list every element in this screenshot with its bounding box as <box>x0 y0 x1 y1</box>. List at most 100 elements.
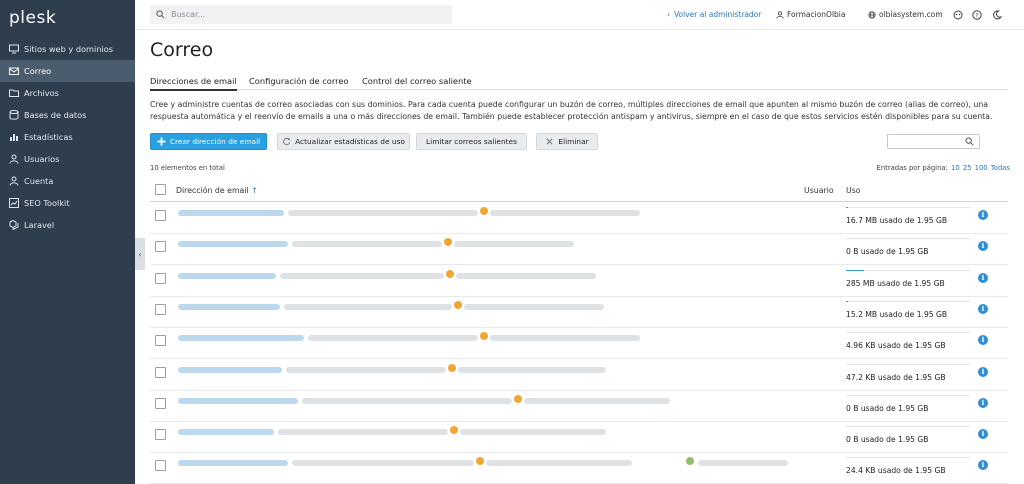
sidebar-item-label: Correo <box>24 66 52 76</box>
info-icon[interactable]: i <box>978 397 988 408</box>
select-all-checkbox[interactable] <box>155 184 166 195</box>
row-checkbox[interactable] <box>155 460 166 472</box>
info-icon[interactable]: i <box>978 241 988 252</box>
forwarding-text <box>456 272 596 279</box>
forwarding-text <box>460 429 606 436</box>
row-checkbox[interactable] <box>155 272 166 284</box>
usage-progress-bar <box>846 426 970 428</box>
email-aliases-text <box>284 303 452 310</box>
usage-text: 4.96 KB usado de 1.95 GB <box>846 341 946 351</box>
plesk-logo[interactable]: plesk <box>9 8 56 28</box>
email-address-link[interactable] <box>178 397 298 404</box>
row-checkbox[interactable] <box>155 303 166 315</box>
column-user[interactable]: Usuario <box>804 186 834 195</box>
help-icon[interactable]: ? <box>972 10 982 20</box>
forwarding-text <box>490 335 640 342</box>
table-row[interactable]: 47.2 KB usado de 1.95 GB i <box>150 360 1008 391</box>
sidebar-item-databases[interactable]: Bases de datos <box>0 104 135 126</box>
info-icon[interactable]: i <box>978 210 988 220</box>
usage-text: 15.2 MB usado de 1.95 GB <box>846 309 948 319</box>
user-menu[interactable]: FormacionOlbia <box>776 10 845 19</box>
usage-text: 0 B usado de 1.95 GB <box>846 403 929 413</box>
domain-name: olbiasystem.com <box>879 10 943 19</box>
row-checkbox[interactable] <box>155 210 166 221</box>
tab-email-addresses[interactable]: Direcciones de email <box>150 76 237 91</box>
email-address-link[interactable] <box>178 303 280 310</box>
info-icon[interactable]: i <box>978 272 988 283</box>
pagination-size: Entradas por página: 10 25 100 Todas <box>877 164 1010 172</box>
row-checkbox[interactable] <box>155 397 166 409</box>
row-checkbox[interactable] <box>155 241 166 253</box>
sidebar-item-account[interactable]: Cuenta <box>0 170 135 192</box>
info-icon[interactable]: i <box>978 303 988 314</box>
svg-text:?: ? <box>975 12 978 19</box>
row-checkbox[interactable] <box>155 335 166 347</box>
email-address-link[interactable] <box>178 429 274 436</box>
account-icon <box>9 176 19 186</box>
back-to-admin-label: Volver al administrador <box>674 10 762 19</box>
sidebar-collapse-toggle[interactable]: ‹ <box>135 238 145 270</box>
usage-text: 24.4 KB usado de 1.95 GB <box>846 466 946 476</box>
email-address-link[interactable] <box>178 366 282 373</box>
create-email-label: Crear dirección de email <box>169 137 261 146</box>
email-address-link[interactable] <box>178 241 288 248</box>
info-icon[interactable]: i <box>978 460 988 471</box>
table-row[interactable]: 16.7 MB usado de 1.95 GB i <box>150 203 1008 234</box>
per-page-option-10[interactable]: 10 <box>951 164 960 172</box>
moon-icon[interactable] <box>992 10 1002 20</box>
info-icon[interactable]: i <box>978 366 988 377</box>
refresh-icon <box>283 137 291 146</box>
row-checkbox[interactable] <box>155 366 166 378</box>
sidebar-item-statistics[interactable]: Estadísticas <box>0 126 135 148</box>
per-page-option-100[interactable]: 100 <box>975 164 988 172</box>
table-row[interactable]: 285 MB usado de 1.95 GB i <box>150 266 1008 297</box>
table-row[interactable]: 24.4 KB usado de 1.95 GB i <box>150 453 1008 484</box>
table-row[interactable]: 0 B usado de 1.95 GB i <box>150 391 1008 422</box>
sidebar-item-label: Bases de datos <box>24 110 87 120</box>
email-aliases-text <box>278 429 448 436</box>
delete-button[interactable]: Eliminar <box>536 133 598 150</box>
table-row[interactable]: 4.96 KB usado de 1.95 GB i <box>150 328 1008 360</box>
global-search <box>150 5 452 24</box>
sidebar-item-users[interactable]: Usuarios <box>0 148 135 170</box>
email-address-link[interactable] <box>178 210 284 216</box>
tab-outgoing-mail-control[interactable]: Control del correo saliente <box>362 76 472 86</box>
forwarding-text <box>454 241 574 248</box>
autoresponder-icon <box>480 332 488 341</box>
info-icon[interactable]: i <box>978 335 988 346</box>
column-email-address[interactable]: Dirección de email ↑ <box>176 186 258 195</box>
info-icon[interactable]: i <box>978 429 988 440</box>
user-icon <box>9 154 19 164</box>
email-address-link[interactable] <box>178 460 288 467</box>
table-row[interactable]: 15.2 MB usado de 1.95 GB i <box>150 297 1008 328</box>
chevron-left-icon: ‹ <box>138 249 142 259</box>
usage-text: 47.2 KB usado de 1.95 GB <box>846 372 946 382</box>
forward-status-icon <box>686 457 694 466</box>
email-address-link[interactable] <box>178 335 304 342</box>
email-address-link[interactable] <box>178 272 276 279</box>
back-to-admin-link[interactable]: ‹ Volver al administrador <box>667 10 761 19</box>
mascot-icon[interactable] <box>953 10 963 20</box>
per-page-option-all[interactable]: Todas <box>991 164 1010 172</box>
sidebar-item-laravel[interactable]: Laravel <box>0 214 135 236</box>
sidebar-item-files[interactable]: Archivos <box>0 82 135 104</box>
search-input[interactable] <box>171 10 431 19</box>
column-usage[interactable]: Uso <box>846 186 861 195</box>
domain-menu[interactable]: olbiasystem.com <box>868 10 943 19</box>
tab-mail-settings[interactable]: Configuración de correo <box>249 76 349 86</box>
usage-text: 16.7 MB usado de 1.95 GB <box>846 216 948 225</box>
per-page-option-25[interactable]: 25 <box>963 164 972 172</box>
row-checkbox[interactable] <box>155 429 166 441</box>
laravel-icon <box>9 220 19 230</box>
table-row[interactable]: 0 B usado de 1.95 GB i <box>150 422 1008 454</box>
table-row[interactable]: 0 B usado de 1.95 GB i <box>150 234 1008 266</box>
search-icon[interactable] <box>965 137 974 146</box>
update-usage-stats-button[interactable]: Actualizar estadísticas de uso <box>277 133 410 150</box>
limit-outgoing-label: Limitar correos salientes <box>426 137 517 146</box>
sidebar-item-seo-toolkit[interactable]: SEO Toolkit <box>0 192 135 214</box>
limit-outgoing-button[interactable]: Limitar correos salientes <box>416 133 527 150</box>
sidebar-item-websites[interactable]: Sitios web y dominios <box>0 38 135 60</box>
create-email-button[interactable]: Crear dirección de email <box>150 133 267 150</box>
sidebar-item-mail[interactable]: Correo <box>0 60 135 82</box>
bar-chart-icon <box>10 134 18 141</box>
